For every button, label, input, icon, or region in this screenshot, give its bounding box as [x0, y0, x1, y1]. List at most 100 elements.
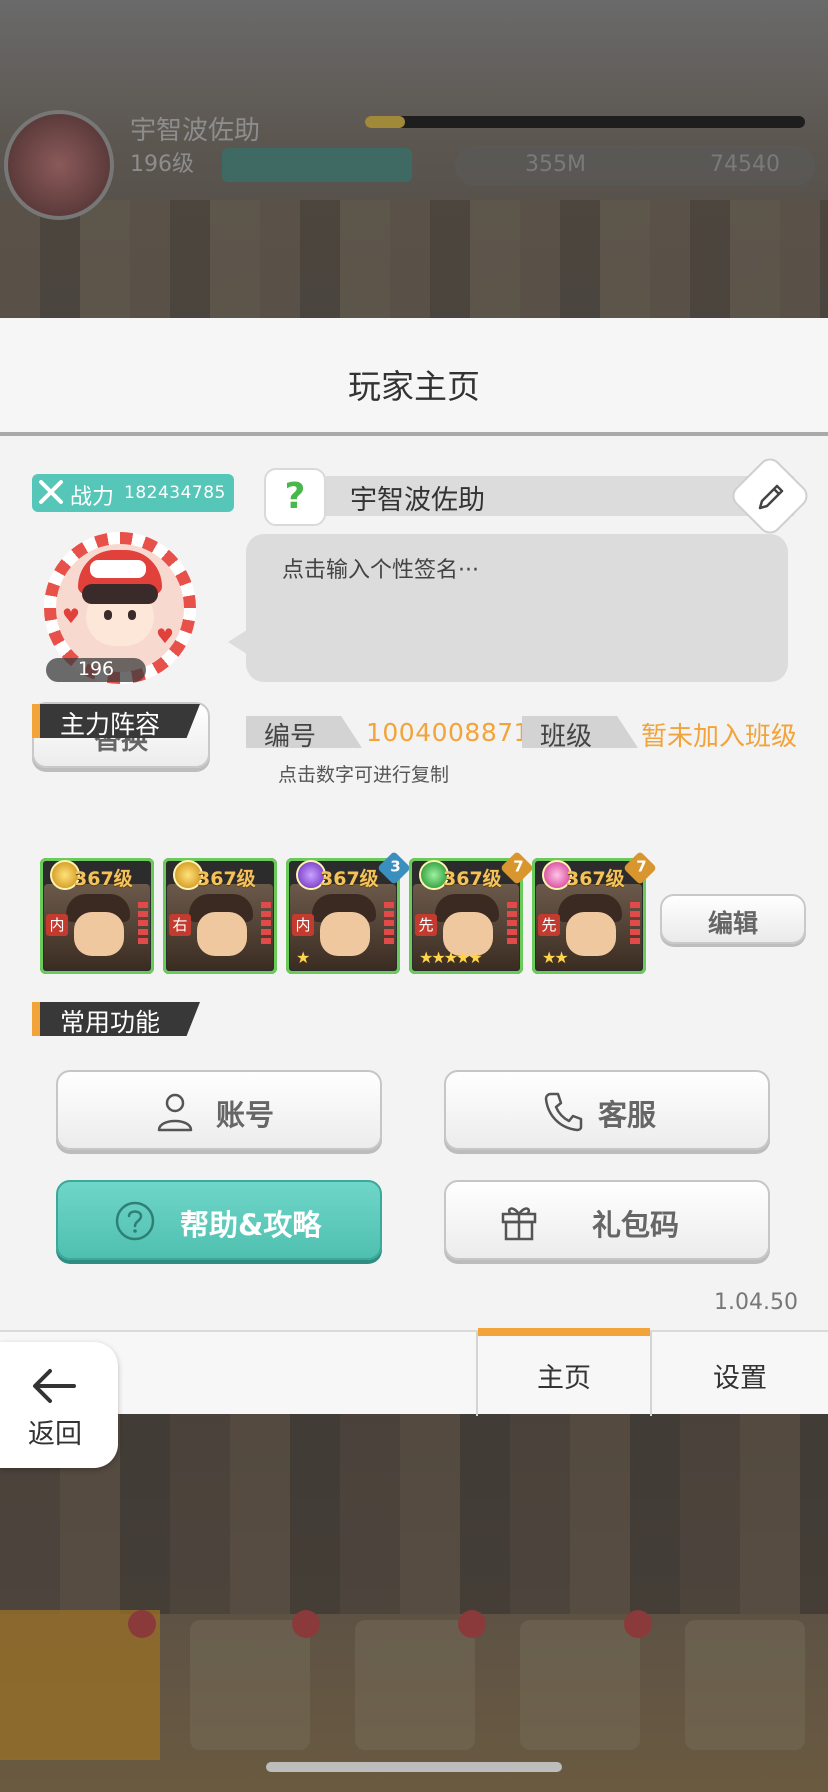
team-section-title: 主力阵容: [60, 710, 161, 739]
power-label: 战力: [70, 485, 115, 510]
avatar-hat-band: [90, 560, 146, 578]
avatar-eye: [128, 610, 136, 620]
background-notification-dot: [292, 1610, 320, 1638]
background-nav-slot: [520, 1620, 640, 1750]
class-label: 班级: [540, 722, 593, 752]
panel-tab-bar: 主页 设置: [0, 1328, 828, 1416]
account-button[interactable]: 账号: [56, 1070, 382, 1150]
tab-active-indicator: [478, 1328, 650, 1336]
hero-card[interactable]: 367级 先 ★★ 7: [532, 851, 657, 974]
gift-code-button[interactable]: 礼包码: [444, 1180, 770, 1260]
hero-level: 367级: [566, 868, 625, 890]
avatar-eye: [104, 610, 112, 620]
id-label: 编号: [264, 722, 317, 752]
background-notification-dot: [624, 1610, 652, 1638]
player-name: 宇智波佐助: [350, 485, 485, 516]
tab-settings[interactable]: 设置: [652, 1332, 828, 1416]
id-tag: 编号: [246, 716, 362, 748]
background-nav-slot: [355, 1620, 475, 1750]
phone-icon: [544, 1092, 583, 1132]
copy-hint: 点击数字可进行复制: [278, 764, 450, 786]
tab-home-label: 主页: [537, 1363, 591, 1394]
hero-stat-bars: [261, 902, 271, 946]
background-buildings: [0, 200, 828, 318]
crossed-swords-icon: [39, 480, 63, 504]
power-value: 182434785: [124, 483, 226, 503]
background-hud: 宇智波佐助 196级 355M 74540: [0, 100, 828, 220]
user-icon: [157, 1093, 193, 1132]
background-player-level: 196级: [130, 152, 194, 177]
back-label: 返回: [28, 1419, 82, 1450]
background-nav-slot: [685, 1620, 805, 1750]
account-label: 账号: [216, 1098, 275, 1132]
background-nav: [0, 1610, 828, 1760]
edit-team-label: 编辑: [707, 909, 758, 938]
hero-stat-bars: [507, 902, 517, 946]
hero-stat-bars: [630, 902, 640, 946]
question-circle-icon: [115, 1201, 155, 1241]
hero-level: 367级: [320, 868, 379, 890]
tab-settings-label: 设置: [713, 1363, 767, 1394]
hero-role: 内: [46, 914, 68, 936]
background-gold: 355M: [525, 152, 586, 177]
hero-role: 右: [169, 914, 191, 936]
functions-section-title: 常用功能: [60, 1008, 161, 1037]
background-notification-dot: [128, 1610, 156, 1638]
home-indicator[interactable]: [266, 1762, 562, 1772]
hero-card[interactable]: 367级 内 ★ 3: [286, 851, 411, 974]
question-mark: ?: [284, 476, 306, 517]
background-currency: 355M 74540: [455, 146, 815, 186]
hero-card[interactable]: 367级 先 ★★★★★ 7: [409, 851, 534, 974]
hero-card[interactable]: 367级 右: [163, 858, 277, 974]
hero-role: 先: [415, 914, 437, 936]
help-guide-button[interactable]: 帮助&攻略: [56, 1180, 382, 1260]
hero-awaken-count: 7: [636, 857, 647, 876]
class-value: 暂未加入班级: [641, 722, 798, 752]
heart-icon: ♥: [62, 604, 80, 628]
back-button[interactable]: 返回: [0, 1342, 118, 1468]
hero-stars: ★★: [542, 948, 569, 967]
hero-level: 367级: [74, 868, 133, 890]
hero-stat-bars: [384, 902, 394, 946]
player-profile-panel: 玩家主页 战力 182434785 ♥ ♥ 196 替换 ? 宇智波佐助 点击输…: [0, 318, 828, 1416]
background-exp-bar: [365, 116, 805, 128]
hero-card[interactable]: 367级 内: [40, 858, 154, 974]
hero-stat-bars: [138, 902, 148, 946]
gift-icon: [501, 1207, 537, 1241]
player-id-value[interactable]: 1004008871: [366, 718, 530, 747]
hero-level: 367级: [443, 868, 502, 890]
edit-team-button[interactable]: 编辑: [660, 894, 806, 944]
background-nav-slot: [190, 1620, 310, 1750]
panel-header: 玩家主页: [0, 318, 828, 436]
gift-code-label: 礼包码: [592, 1208, 680, 1242]
name-row: ? 宇智波佐助: [264, 453, 813, 539]
section-accent-bar: [32, 1002, 40, 1036]
heart-icon: ♥: [156, 624, 174, 648]
version-text: 1.04.50: [714, 1290, 798, 1315]
help-guide-label: 帮助&攻略: [180, 1208, 322, 1242]
avatar-level: 196: [46, 658, 146, 682]
background-scene-top: 宇智波佐助 196级 355M 74540: [0, 0, 828, 318]
hero-stars: ★: [296, 948, 310, 967]
section-accent-bar: [32, 704, 40, 738]
arrow-left-icon: [33, 1369, 76, 1403]
background-gems: 74540: [710, 152, 780, 177]
hero-role: 内: [292, 914, 314, 936]
functions-section-header: 常用功能: [32, 1002, 200, 1036]
hero-level: 367级: [197, 868, 256, 890]
hero-role: 先: [538, 914, 560, 936]
id-class-row: 编号 1004008871 班级 暂未加入班级: [246, 716, 806, 756]
customer-service-button[interactable]: 客服: [444, 1070, 770, 1150]
background-street: [0, 1414, 828, 1614]
signature-input[interactable]: 点击输入个性签名···: [246, 534, 788, 682]
background-avatar: [4, 110, 114, 220]
class-tag: 班级: [522, 716, 638, 748]
hero-stars: ★★★★★: [419, 948, 483, 967]
question-icon[interactable]: ?: [264, 468, 326, 526]
background-notification-dot: [458, 1610, 486, 1638]
signature-placeholder: 点击输入个性签名···: [282, 558, 479, 583]
background-scene-bottom: [0, 1414, 828, 1792]
team-section-header: 主力阵容: [32, 704, 200, 738]
page-title: 玩家主页: [348, 367, 480, 406]
tab-home[interactable]: 主页: [476, 1328, 652, 1416]
